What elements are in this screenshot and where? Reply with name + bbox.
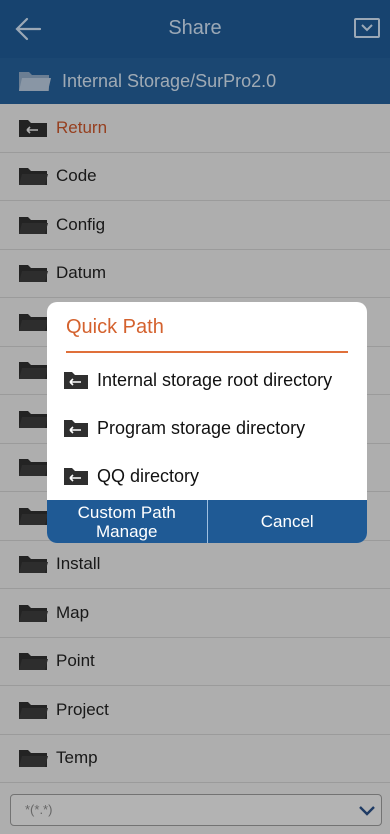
option-label: QQ directory	[97, 465, 200, 486]
option-internal-root[interactable]: Internal storage root directory	[63, 365, 332, 395]
folder-return-icon	[64, 468, 88, 485]
option-qq-directory[interactable]: QQ directory	[63, 461, 199, 491]
option-label: Program storage directory	[97, 417, 306, 438]
option-program-storage[interactable]: Program storage directory	[63, 413, 305, 443]
dialog-title-divider	[66, 351, 348, 353]
option-label: Internal storage root directory	[97, 369, 333, 390]
cancel-button[interactable]: Cancel	[208, 500, 368, 543]
dialog-button-bar: Custom Path Manage Cancel	[47, 500, 367, 543]
custom-path-manage-label: Custom Path Manage	[78, 503, 176, 541]
folder-return-icon	[64, 372, 88, 389]
custom-path-manage-button[interactable]: Custom Path Manage	[47, 500, 208, 543]
dialog-title: Quick Path	[66, 316, 164, 338]
custom-path-label-line1: Custom Path	[77, 502, 176, 522]
custom-path-label-line2: Manage	[96, 521, 158, 541]
folder-return-icon	[64, 420, 88, 437]
quick-path-dialog: Quick Path Internal storage root directo…	[47, 302, 367, 543]
